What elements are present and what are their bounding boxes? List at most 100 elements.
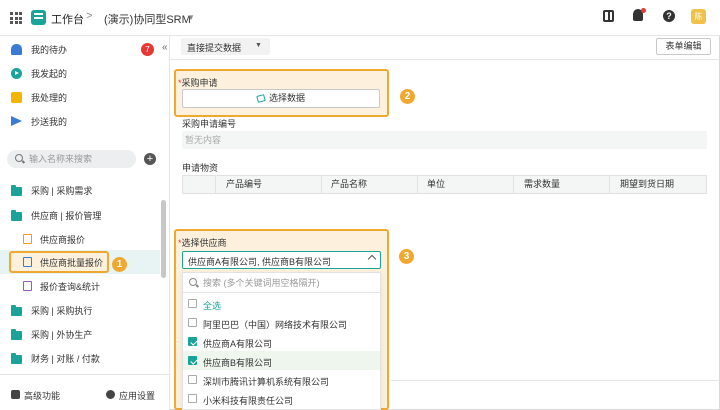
sidebar-item-label: 供应商批量报价	[40, 257, 104, 268]
todo-count-badge: 7	[141, 43, 154, 56]
sidebar-group-label: 采购 | 采购执行	[31, 305, 93, 316]
sidebar-group-label: 供应商 | 报价管理	[31, 210, 102, 221]
sidebar-item-label: 我的待办	[31, 44, 68, 55]
checkbox[interactable]	[188, 375, 197, 384]
option-label: 供应商A有限公司	[203, 339, 273, 349]
folder-icon	[11, 353, 22, 364]
send-icon	[11, 116, 22, 126]
sidebar-group-outsourcing[interactable]: 采购 | 外协生产	[0, 322, 160, 346]
sidebar-item-label: 我发起的	[31, 68, 68, 79]
sidebar-group-label: 采购 | 外协生产	[31, 329, 93, 340]
bell-icon	[11, 44, 22, 55]
sidebar-group-purchase-demand[interactable]: 采购 | 采购需求	[0, 178, 160, 202]
sidebar-item-processed[interactable]: 我处理的	[0, 85, 160, 109]
chart-report-icon	[23, 281, 32, 291]
footer-divider	[391, 380, 720, 381]
workbench-title[interactable]: 工作台	[51, 11, 84, 27]
select-data-label: 选择数据	[268, 93, 305, 103]
checkbox[interactable]	[188, 299, 197, 308]
vendor-option[interactable]: 小米科技有限责任公司	[183, 389, 380, 408]
chevron-up-icon	[367, 254, 377, 264]
checkbox-checked[interactable]	[188, 356, 197, 365]
option-label: 全选	[203, 301, 222, 311]
folder-icon	[11, 185, 22, 196]
vendor-multi-select[interactable]: 供应商A有限公司, 供应商B有限公司	[182, 251, 381, 269]
vendor-option[interactable]: 深圳市腾讯计算机系统有限公司	[183, 370, 380, 389]
checkbox[interactable]	[188, 394, 197, 403]
request-no-value: 暂无内容	[182, 131, 707, 149]
sidebar-group-purchase-execution[interactable]: 采购 | 采购执行	[0, 298, 160, 322]
annotation-badge-1: 1	[112, 257, 127, 272]
folder-icon	[11, 305, 22, 316]
option-label: 深圳市腾讯计算机系统有限公司	[203, 377, 330, 387]
gear-icon	[106, 390, 115, 399]
select-data-button[interactable]: 选择数据	[182, 89, 380, 108]
sidebar-group-quote-management[interactable]: 供应商 | 报价管理	[0, 203, 160, 227]
vendor-search	[183, 273, 380, 293]
sidebar-item-label: 报价查询&统计	[40, 281, 101, 292]
help-icon[interactable]: ?	[663, 10, 675, 22]
vendor-option-hovered[interactable]: 供应商B有限公司	[183, 351, 380, 370]
option-label: 阿里巴巴（中国）网络技术有限公司	[203, 320, 348, 330]
sidebar-item-my-todo[interactable]: 我的待办 7	[0, 37, 160, 61]
sidebar-item-cc[interactable]: 抄送我的	[0, 109, 160, 133]
form-edit-button[interactable]: 表单编辑	[656, 38, 711, 55]
panel-toggle-icon[interactable]	[603, 10, 614, 22]
sidebar-item-label: 供应商报价	[40, 234, 86, 245]
annotation-badge-2: 2	[400, 89, 415, 104]
checkbox-checked[interactable]	[188, 337, 197, 346]
form-icon	[23, 234, 32, 244]
sidebar-scrollbar[interactable]	[161, 200, 166, 278]
sidebar-item-vendor-batch-quote[interactable]: 供应商批量报价	[0, 250, 160, 274]
request-no-label: 采购申请编号	[182, 119, 237, 129]
current-app-name[interactable]: (演示)协同型SRM	[104, 11, 191, 27]
checkbox[interactable]	[188, 318, 197, 327]
sidebar-search	[7, 150, 136, 168]
checklist-icon	[11, 92, 22, 103]
app-grid-icon[interactable]	[10, 12, 22, 24]
folder-icon	[11, 329, 22, 340]
form-icon	[23, 257, 32, 267]
vendor-option[interactable]: 供应商A有限公司	[183, 332, 380, 351]
materials-table-border	[182, 175, 707, 194]
filter-label: 直接提交数据	[187, 43, 242, 53]
notification-dot	[641, 8, 646, 13]
sidebar-item-label: 抄送我的	[31, 116, 68, 127]
sidebar-group-finance[interactable]: 财务 | 对账 / 付款	[0, 346, 160, 370]
toolbar-divider	[170, 59, 720, 60]
sidebar-item-initiated[interactable]: 我发起的	[0, 61, 160, 85]
search-icon	[189, 278, 197, 286]
materials-label: 申请物资	[182, 163, 219, 173]
app-settings-button[interactable]: 应用设置	[119, 389, 155, 402]
vendor-label-text: 选择供应商	[181, 238, 227, 248]
breadcrumb-separator: >	[86, 10, 93, 22]
sidebar-group-label: 财务 | 对账 / 付款	[31, 353, 100, 364]
tag-icon	[256, 94, 266, 103]
search-icon	[15, 154, 23, 162]
add-item-button[interactable]: +	[144, 153, 156, 165]
top-bar: 工作台 > (演示)协同型SRM ▼ ? 陈	[0, 0, 720, 36]
purchase-request-label: *采购申请	[178, 76, 218, 89]
submit-filter-dropdown[interactable]: 直接提交数据 ▼	[181, 38, 270, 55]
sidebar-item-quote-query[interactable]: 报价查询&统计	[0, 274, 160, 298]
vendor-option[interactable]: 阿里巴巴（中国）网络技术有限公司	[183, 313, 380, 332]
vendor-dropdown: 全选 阿里巴巴（中国）网络技术有限公司 供应商A有限公司 供应商B有限公司 深圳…	[182, 272, 381, 410]
sidebar-search-input[interactable]	[29, 152, 129, 166]
sidebar-item-vendor-quote[interactable]: 供应商报价	[0, 227, 160, 251]
app-switch-caret-icon[interactable]: ▼	[187, 13, 195, 22]
advanced-features-button[interactable]: 高级功能	[24, 389, 60, 402]
option-label: 小米科技有限责任公司	[203, 396, 294, 406]
vendor-label: *选择供应商	[178, 236, 227, 249]
cube-icon	[11, 390, 20, 399]
vendor-selected-value: 供应商A有限公司, 供应商B有限公司	[188, 257, 332, 267]
sidebar-group-label: 采购 | 采购需求	[31, 185, 93, 196]
collapse-sidebar-icon[interactable]: «	[162, 42, 168, 53]
vendor-option-select-all[interactable]: 全选	[183, 294, 380, 313]
user-avatar[interactable]: 陈	[691, 9, 706, 24]
workbench-logo-icon	[31, 10, 46, 25]
vendor-search-input[interactable]	[203, 276, 373, 290]
folder-icon	[11, 210, 22, 221]
play-circle-icon	[11, 68, 22, 79]
purchase-request-label-text: 采购申请	[181, 78, 218, 88]
annotation-badge-3: 3	[399, 249, 414, 264]
